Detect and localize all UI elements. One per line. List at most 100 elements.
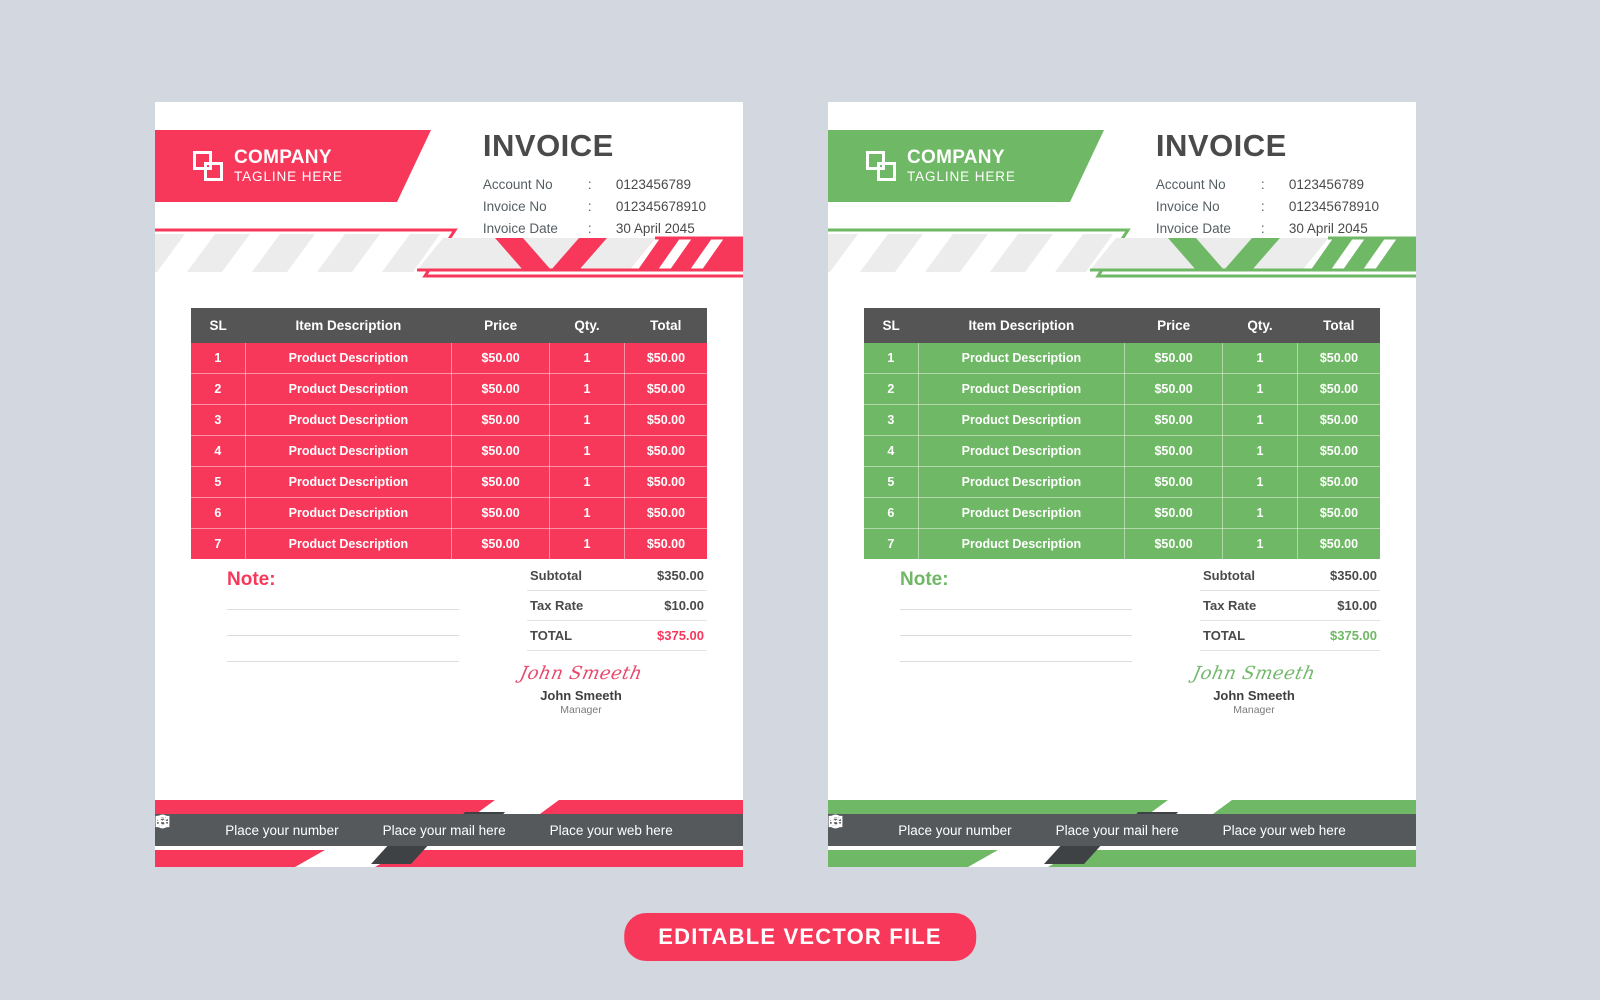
cell-total: $50.00 bbox=[624, 528, 707, 559]
meta-label: Invoice No bbox=[482, 198, 547, 214]
cell-desc: Product Description bbox=[245, 343, 453, 374]
note-line bbox=[900, 609, 1132, 610]
cell-sl: 2 bbox=[191, 373, 246, 405]
meta-label: Account No bbox=[482, 176, 553, 192]
column-header-sl: SL bbox=[191, 308, 246, 343]
cell-price: $50.00 bbox=[451, 373, 551, 405]
note-line bbox=[227, 609, 459, 610]
footer-item-web[interactable]: Place your web here bbox=[155, 814, 673, 838]
table-row: 1 Product Description $50.00 1 $50.00 bbox=[864, 343, 1380, 374]
meta-row: Invoice No : 012345678910 bbox=[1156, 195, 1379, 217]
invoice-body: SL Item Description Price Qty. Total 1 P… bbox=[155, 286, 743, 716]
cell-qty: 1 bbox=[1222, 497, 1298, 529]
column-header-price: Price bbox=[451, 308, 550, 343]
cell-total: $50.00 bbox=[1297, 435, 1380, 467]
meta-value: 0123456789 bbox=[1288, 176, 1364, 192]
invoice-footer: Place your number Place your mail here P… bbox=[155, 792, 743, 867]
page-title: INVOICE bbox=[1155, 128, 1287, 163]
cell-qty: 1 bbox=[1222, 466, 1298, 498]
cell-total: $50.00 bbox=[1297, 466, 1380, 498]
overlapping-squares-icon bbox=[866, 151, 896, 181]
column-header-qty: Qty. bbox=[549, 308, 625, 343]
meta-row: Account No : 0123456789 bbox=[1156, 173, 1379, 195]
red-invoice-card: COMPANY TAGLINE HERE INVOICE Account No … bbox=[155, 102, 743, 867]
footer-label: Place your number bbox=[225, 822, 339, 838]
table-row: 5 Product Description $50.00 1 $50.00 bbox=[864, 466, 1380, 498]
cell-qty: 1 bbox=[1222, 373, 1298, 405]
note-section: Note: bbox=[227, 569, 459, 716]
green-invoice-card: COMPANY TAGLINE HERE INVOICE Account No … bbox=[828, 102, 1416, 867]
cell-price: $50.00 bbox=[451, 404, 551, 436]
footer-item-phone[interactable]: Place your number bbox=[829, 815, 1012, 838]
footer-item-mail[interactable]: Place your mail here bbox=[828, 815, 1179, 838]
cell-total: $50.00 bbox=[1297, 373, 1380, 405]
cell-total: $50.00 bbox=[1297, 497, 1380, 529]
cell-sl: 6 bbox=[864, 497, 919, 529]
decorative-band bbox=[828, 224, 1416, 286]
column-header-desc: Item Description bbox=[245, 308, 452, 343]
meta-value: 012345678910 bbox=[1288, 198, 1379, 214]
cell-sl: 4 bbox=[191, 435, 246, 467]
note-section: Note: bbox=[900, 569, 1132, 716]
meta-row: Account No : 0123456789 bbox=[483, 173, 706, 195]
cell-sl: 5 bbox=[864, 466, 919, 498]
note-line bbox=[227, 661, 459, 662]
cell-desc: Product Description bbox=[918, 404, 1126, 436]
meta-value: 012345678910 bbox=[615, 198, 706, 214]
cell-desc: Product Description bbox=[245, 373, 453, 405]
cell-price: $50.00 bbox=[1124, 404, 1224, 436]
note-line bbox=[227, 635, 459, 636]
footer-item-phone[interactable]: Place your number bbox=[156, 815, 339, 838]
cell-price: $50.00 bbox=[451, 343, 551, 374]
table-row: 7 Product Description $50.00 1 $50.00 bbox=[191, 528, 707, 559]
cell-sl: 4 bbox=[864, 435, 919, 467]
cell-qty: 1 bbox=[1222, 528, 1298, 559]
cell-total: $50.00 bbox=[1297, 528, 1380, 559]
decorative-band bbox=[155, 224, 743, 286]
table-header-row: SL Item Description Price Qty. Total bbox=[864, 308, 1380, 343]
cell-price: $50.00 bbox=[451, 528, 551, 559]
cell-price: $50.00 bbox=[451, 435, 551, 467]
globe-icon bbox=[155, 814, 170, 829]
signature-script: John Smeeth bbox=[517, 663, 645, 684]
invoice-meta: INVOICE Account No : 0123456789 Invoice … bbox=[483, 128, 706, 239]
cell-price: $50.00 bbox=[451, 466, 551, 498]
cell-qty: 1 bbox=[549, 373, 625, 405]
brand-name: COMPANY bbox=[907, 147, 1005, 169]
items-table: SL Item Description Price Qty. Total 1 P… bbox=[864, 308, 1380, 559]
meta-row: Invoice No : 012345678910 bbox=[483, 195, 706, 217]
column-header-qty: Qty. bbox=[1222, 308, 1298, 343]
cell-total: $50.00 bbox=[624, 435, 707, 467]
signature-name: John Smeeth bbox=[1213, 688, 1295, 703]
cell-total: $50.00 bbox=[1297, 343, 1380, 374]
column-header-price: Price bbox=[1124, 308, 1223, 343]
cell-desc: Product Description bbox=[918, 497, 1126, 529]
cell-price: $50.00 bbox=[451, 497, 551, 529]
cell-sl: 7 bbox=[864, 528, 919, 559]
cell-total: $50.00 bbox=[624, 497, 707, 529]
poster-canvas: COMPANY TAGLINE HERE INVOICE Account No … bbox=[0, 0, 1600, 1000]
cell-total: $50.00 bbox=[624, 343, 707, 374]
note-title: Note: bbox=[227, 569, 276, 590]
cell-desc: Product Description bbox=[245, 466, 453, 498]
brand-name: COMPANY bbox=[234, 147, 332, 169]
cell-desc: Product Description bbox=[918, 466, 1126, 498]
overlapping-squares-icon bbox=[193, 151, 223, 181]
invoice-footer: Place your number Place your mail here P… bbox=[828, 792, 1416, 867]
cell-qty: 1 bbox=[549, 497, 625, 529]
footer-label: Place your web here bbox=[549, 822, 673, 838]
table-row: 1 Product Description $50.00 1 $50.00 bbox=[191, 343, 707, 374]
cell-price: $50.00 bbox=[1124, 528, 1224, 559]
table-row: 4 Product Description $50.00 1 $50.00 bbox=[864, 435, 1380, 467]
footer-label: Place your mail here bbox=[1055, 822, 1179, 838]
cell-desc: Product Description bbox=[918, 435, 1126, 467]
cell-qty: 1 bbox=[549, 435, 625, 467]
column-header-sl: SL bbox=[864, 308, 919, 343]
signature-block: John Smeeth John Smeeth Manager bbox=[1164, 569, 1344, 716]
footer-item-web[interactable]: Place your web here bbox=[828, 814, 1346, 838]
cell-sl: 7 bbox=[191, 528, 246, 559]
cell-desc: Product Description bbox=[918, 343, 1126, 374]
editable-vector-banner: EDITABLE VECTOR FILE bbox=[624, 913, 976, 961]
footer-item-mail[interactable]: Place your mail here bbox=[155, 815, 506, 838]
invoice-header: COMPANY TAGLINE HERE INVOICE Account No … bbox=[155, 102, 743, 236]
